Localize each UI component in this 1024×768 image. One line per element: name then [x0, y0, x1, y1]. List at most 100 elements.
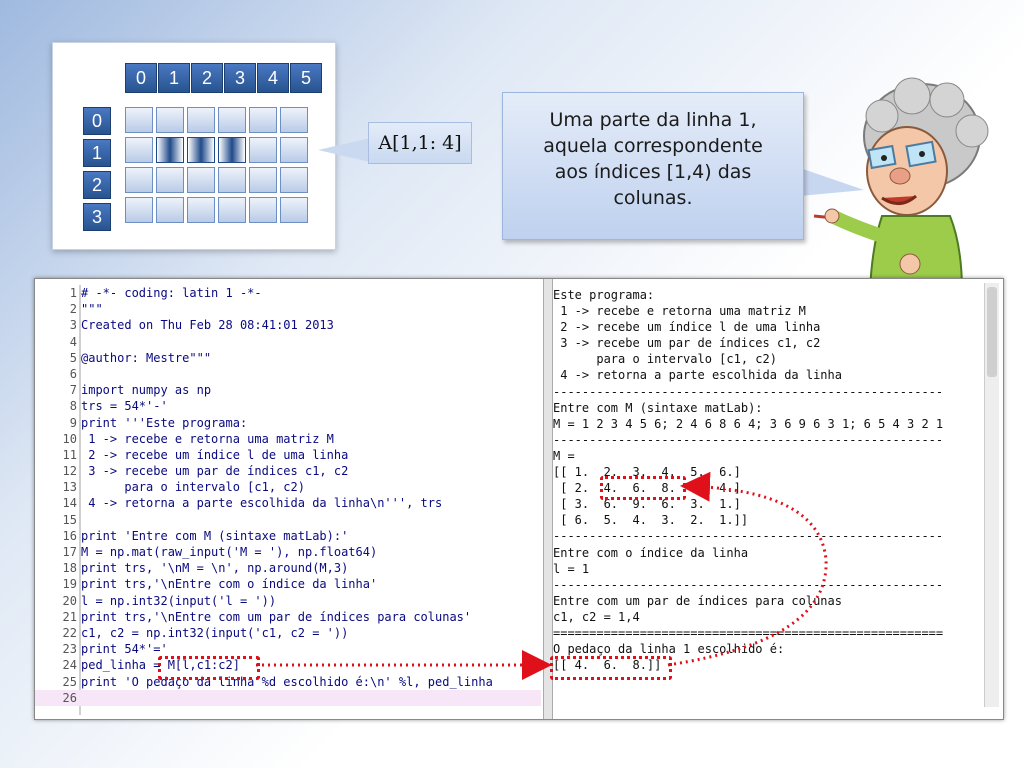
code-line[interactable]: 13 para o intervalo [c1, c2)	[35, 479, 541, 495]
code-line[interactable]: 12 3 -> recebe um par de índices c1, c2	[35, 463, 541, 479]
console-line: 2 -> recebe um índice l de uma linha	[553, 320, 821, 335]
console-line: ----------------------------------------…	[553, 432, 944, 447]
console-line: 3 -> recebe um par de índices c1, c2	[553, 336, 821, 351]
code-line[interactable]: 23 print 54*'='	[35, 641, 541, 657]
scrollbar-thumb[interactable]	[987, 287, 997, 377]
line-number: 13	[62, 480, 77, 495]
matrix-cell	[156, 107, 184, 133]
code-line[interactable]: 10 1 -> recebe e retorna uma matriz M	[35, 431, 541, 447]
matrix-cell	[156, 167, 184, 193]
console-line: M =	[553, 448, 575, 463]
matrix-grid	[125, 107, 311, 227]
code-text: M = np.mat(raw_input('M = '), np.float64…	[81, 545, 378, 559]
console-line: Entre com um par de índices para colunas	[553, 593, 842, 608]
code-text: c1, c2 = np.int32(input('c1, c2 = '))	[81, 625, 349, 640]
col-header: 3	[224, 63, 256, 93]
code-line[interactable]: 7 import numpy as np	[35, 382, 541, 398]
line-number: 17	[62, 545, 77, 559]
matrix-cell	[125, 137, 153, 163]
code-line[interactable]: 1 # -*- coding: latin 1 -*-	[35, 285, 541, 301]
code-line[interactable]: 19 print trs,'\nEntre com o índice da lin…	[35, 576, 541, 592]
matrix-cell	[187, 107, 215, 133]
matrix-cell	[125, 107, 153, 133]
code-text: """	[81, 302, 103, 317]
matrix-cell	[125, 197, 153, 223]
console-line: [ 6. 5. 4. 3. 2. 1.]]	[553, 513, 749, 528]
col-header: 0	[125, 63, 157, 93]
code-text: 4 -> retorna a parte escolhida da linha\…	[81, 496, 443, 511]
code-text: import numpy as np	[81, 383, 212, 398]
matrix-cell	[218, 107, 246, 133]
expression-callout: A[1,1: 4]	[368, 122, 472, 164]
line-number: 4	[69, 334, 77, 349]
matrix-cell	[249, 197, 277, 223]
matrix-cell-selected	[156, 137, 184, 163]
matrix-cell	[187, 167, 215, 193]
console-line: l = 1	[553, 561, 590, 576]
col-header: 4	[257, 63, 289, 93]
console-line: ----------------------------------------…	[553, 577, 944, 592]
matrix-cell	[156, 197, 184, 223]
highlight-result-console	[550, 656, 672, 680]
code-line[interactable]: 15	[35, 512, 541, 528]
code-text: print trs, '\nM = \n', np.around(M,3)	[81, 561, 349, 576]
console-line: ----------------------------------------…	[553, 529, 944, 544]
console-line: Este programa:	[553, 288, 655, 302]
code-line[interactable]: 4	[35, 334, 541, 350]
speech-bubble: Uma parte da linha 1, aquela corresponde…	[502, 92, 804, 240]
col-header: 2	[191, 63, 223, 93]
line-number: 23	[62, 642, 77, 657]
line-number: 20	[62, 593, 77, 608]
code-line[interactable]: 9 print '''Este programa:	[35, 415, 541, 431]
ide-screenshot: 1 # -*- coding: latin 1 -*- 2 """ 3 Created o…	[34, 278, 1004, 720]
matrix-cell	[280, 197, 308, 223]
code-text: 3 -> recebe um par de índices c1, c2	[81, 464, 349, 479]
bubble-line: aquela correspondente	[543, 135, 763, 157]
line-number: 8	[69, 399, 77, 414]
line-number: 18	[62, 561, 77, 576]
code-text: print 'O pedaço da linha %d escolhido é:…	[81, 674, 493, 689]
code-line[interactable]: 3 Created on Thu Feb 28 08:41:01 2013	[35, 317, 541, 333]
code-line[interactable]: 2 """	[35, 301, 541, 317]
line-number: 6	[69, 366, 77, 381]
code-line[interactable]: 25 print 'O pedaço da linha %d escolhido …	[35, 674, 541, 690]
line-number: 16	[62, 528, 77, 543]
line-number: 24	[62, 658, 77, 673]
code-line[interactable]: 24 ped_linha = M[l,c1:c2]	[35, 657, 541, 673]
line-number: 1	[69, 286, 77, 300]
row-headers: 0 1 2 3	[83, 107, 111, 235]
code-line[interactable]: 17 M = np.mat(raw_input('M = '), np.float…	[35, 544, 541, 560]
console-line: O pedaço da linha 1 escolhido é:	[553, 642, 785, 657]
line-number: 14	[62, 496, 77, 511]
code-line[interactable]: 20 l = np.int32(input('l = '))	[35, 593, 541, 609]
code-line[interactable]: 18 print trs, '\nM = \n', np.around(M,3)	[35, 560, 541, 576]
matrix-diagram: 0 1 2 3 4 5 0 1 2 3	[52, 42, 336, 250]
code-line[interactable]: 16 print 'Entre com M (sintaxe matLab):'	[35, 528, 541, 544]
bubble-line: Uma parte da linha 1,	[549, 109, 757, 131]
code-line[interactable]: 11 2 -> recebe um índice l de uma linha	[35, 447, 541, 463]
code-line[interactable]: 14 4 -> retorna a parte escolhida da lin…	[35, 495, 541, 511]
code-line[interactable]: 5 @author: Mestre"""	[35, 350, 541, 366]
matrix-cell	[249, 167, 277, 193]
code-line[interactable]: 6	[35, 366, 541, 382]
matrix-cell	[187, 197, 215, 223]
code-editor[interactable]: 1 # -*- coding: latin 1 -*- 2 """ 3 Created o…	[35, 285, 541, 715]
line-number: 7	[69, 383, 77, 398]
code-line[interactable]: 21 print trs,'\nEntre com um par de índic…	[35, 609, 541, 625]
code-text: trs = 54*'-'	[81, 399, 168, 414]
code-line[interactable]: 22 c1, c2 = np.int32(input('c1, c2 = '))	[35, 625, 541, 641]
pane-splitter[interactable]	[543, 279, 553, 719]
highlight-slice-code	[158, 656, 260, 680]
console-scrollbar[interactable]	[984, 283, 999, 707]
code-line[interactable]: 8 trs = 54*'-'	[35, 398, 541, 414]
line-number: 2	[69, 302, 77, 317]
column-headers: 0 1 2 3 4 5	[125, 63, 323, 93]
bubble-line: colunas.	[613, 187, 693, 209]
line-number: 22	[62, 625, 77, 640]
matrix-cell	[125, 167, 153, 193]
matrix-row	[125, 137, 311, 163]
console-line: 1 -> recebe e retorna uma matriz M	[553, 304, 806, 319]
row-header: 2	[83, 171, 111, 199]
expression-callout-tail	[318, 138, 370, 162]
code-line[interactable]: 26	[35, 689, 541, 706]
